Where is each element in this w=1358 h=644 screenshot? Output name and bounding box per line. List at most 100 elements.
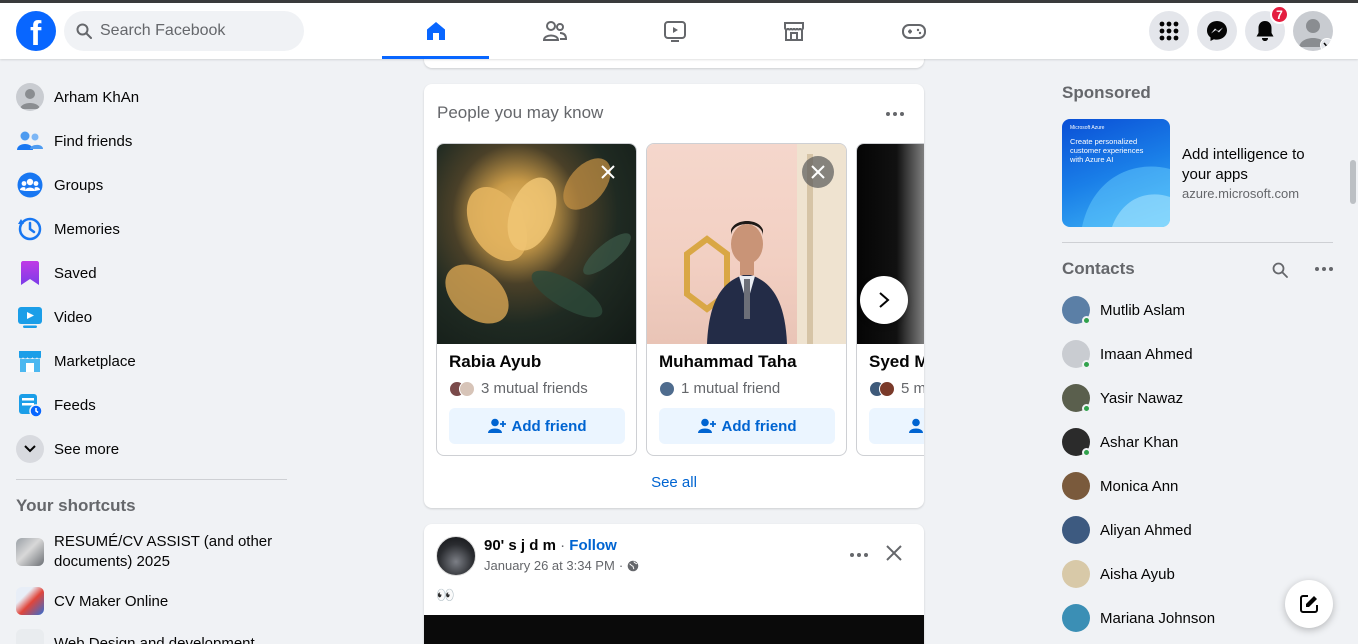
ad-domain: azure.microsoft.com bbox=[1182, 186, 1300, 201]
sidebar-item-video[interactable]: Video bbox=[8, 295, 288, 339]
shortcut-thumbnail bbox=[16, 629, 44, 644]
sidebar-item-see-more[interactable]: See more bbox=[8, 427, 288, 471]
add-friend-button[interactable] bbox=[869, 408, 924, 444]
contact-avatar bbox=[1062, 296, 1091, 325]
close-icon bbox=[886, 545, 902, 561]
contact-avatar bbox=[1062, 604, 1090, 632]
ad-item[interactable]: Microsoft Azure Create personalized cust… bbox=[1062, 119, 1334, 227]
person-name[interactable]: Syed M bbox=[869, 352, 924, 372]
search-input[interactable] bbox=[100, 22, 280, 40]
more-options-icon[interactable] bbox=[886, 112, 904, 116]
mutual-friends[interactable]: 3 mutual friends bbox=[449, 380, 588, 397]
person-name[interactable]: Muhammad Taha bbox=[659, 352, 797, 372]
sidebar-item-label: See more bbox=[54, 440, 120, 458]
chevron-down-icon bbox=[1323, 42, 1331, 48]
person-photo bbox=[647, 144, 846, 344]
sidebar-item-groups[interactable]: Groups bbox=[8, 163, 288, 207]
more-options-icon[interactable] bbox=[1315, 267, 1333, 271]
contact-item[interactable]: Monica Ann bbox=[1054, 464, 1334, 508]
sidebar-item-marketplace[interactable]: Marketplace bbox=[8, 339, 288, 383]
shortcut-item[interactable]: CV Maker Online bbox=[8, 579, 288, 623]
follow-link[interactable]: Follow bbox=[569, 537, 617, 554]
sidebar-item-feeds[interactable]: Feeds bbox=[8, 383, 288, 427]
shortcut-item[interactable]: RESUMÉ/CV ASSIST (and other documents) 2… bbox=[8, 530, 288, 574]
carousel-next-button[interactable] bbox=[860, 276, 908, 324]
friends-icon bbox=[16, 127, 44, 155]
suggestion-card[interactable]: Muhammad Taha 1 mutual friend Add friend bbox=[646, 143, 847, 456]
person-photo bbox=[437, 144, 636, 344]
messenger-button[interactable] bbox=[1197, 11, 1237, 51]
sidebar-item-profile[interactable]: Arham KhAn bbox=[8, 75, 288, 119]
post-media[interactable] bbox=[424, 615, 924, 644]
post-time[interactable]: January 26 at 3:34 PM bbox=[484, 558, 615, 573]
search-icon bbox=[76, 23, 92, 39]
contact-item[interactable]: Ashar Khan bbox=[1054, 420, 1334, 464]
shortcut-item[interactable]: Web Design and development bbox=[8, 621, 288, 644]
hide-post-button[interactable] bbox=[886, 545, 902, 561]
see-all-link[interactable]: See all bbox=[424, 474, 924, 491]
more-options-icon[interactable] bbox=[850, 553, 868, 557]
add-friend-icon bbox=[487, 418, 506, 433]
search-box[interactable] bbox=[64, 11, 304, 51]
ad-image-text: Create personalized customer experiences… bbox=[1070, 137, 1144, 164]
compose-icon bbox=[1300, 595, 1318, 613]
account-menu-chevron[interactable] bbox=[1320, 38, 1333, 51]
suggestion-card[interactable]: Rabia Ayub 3 mutual friends Add friend bbox=[436, 143, 637, 456]
post-text: 👀 bbox=[436, 587, 455, 604]
mutual-friends[interactable]: 5 m bbox=[869, 380, 924, 397]
close-icon bbox=[601, 165, 615, 179]
post-author-avatar[interactable] bbox=[436, 536, 476, 576]
page-scrollbar[interactable] bbox=[1350, 160, 1356, 204]
mutual-count: 1 mutual friend bbox=[681, 380, 781, 397]
account-avatar[interactable] bbox=[1293, 11, 1333, 51]
contact-name: Mutlib Aslam bbox=[1100, 301, 1186, 319]
contact-item[interactable]: Yasir Nawaz bbox=[1054, 376, 1334, 420]
contacts-search-button[interactable] bbox=[1272, 262, 1288, 283]
shortcut-thumbnail bbox=[16, 587, 44, 615]
marketplace-icon bbox=[16, 347, 44, 375]
sidebar-divider bbox=[16, 479, 287, 480]
tab-marketplace[interactable] bbox=[740, 3, 847, 59]
add-friend-button[interactable]: Add friend bbox=[659, 408, 835, 444]
contact-avatar bbox=[1062, 516, 1090, 544]
add-friend-label: Add friend bbox=[511, 417, 587, 435]
globe-icon bbox=[627, 560, 639, 571]
feeds-icon bbox=[16, 391, 44, 419]
person-name[interactable]: Rabia Ayub bbox=[449, 352, 541, 372]
tab-home[interactable] bbox=[382, 3, 489, 59]
contact-item[interactable]: Aliyan Ahmed bbox=[1054, 508, 1334, 552]
ad-title: Add intelligence to your apps bbox=[1182, 146, 1305, 183]
saved-icon bbox=[16, 259, 44, 287]
menu-button[interactable] bbox=[1149, 11, 1189, 51]
sidebar-item-label: Find friends bbox=[54, 132, 133, 150]
contact-avatar bbox=[1062, 384, 1091, 413]
facebook-logo[interactable]: f bbox=[16, 11, 56, 53]
contact-item[interactable]: Imaan Ahmed bbox=[1054, 332, 1334, 376]
tab-friends[interactable] bbox=[501, 3, 608, 59]
ad-swirl-graphic bbox=[1082, 166, 1170, 227]
mutual-friends[interactable]: 1 mutual friend bbox=[659, 380, 780, 397]
new-message-button[interactable] bbox=[1285, 580, 1333, 628]
dismiss-button[interactable] bbox=[802, 156, 834, 188]
tab-gaming[interactable] bbox=[860, 3, 967, 59]
watch-icon bbox=[663, 21, 686, 42]
notifications-button[interactable]: 7 bbox=[1245, 5, 1289, 51]
sidebar-item-find-friends[interactable]: Find friends bbox=[8, 119, 288, 163]
sidebar-item-memories[interactable]: Memories bbox=[8, 207, 288, 251]
post-author[interactable]: 90' s j d m bbox=[484, 537, 556, 554]
mutual-avatar bbox=[879, 380, 895, 397]
separator: · bbox=[618, 558, 624, 573]
contact-name: Monica Ann bbox=[1100, 477, 1179, 495]
add-friend-button[interactable]: Add friend bbox=[449, 408, 625, 444]
contact-avatar bbox=[1062, 428, 1091, 457]
dismiss-button[interactable] bbox=[592, 156, 624, 188]
close-icon bbox=[811, 165, 825, 179]
contact-item[interactable]: Mutlib Aslam bbox=[1054, 288, 1334, 332]
contact-name: Ashar Khan bbox=[1100, 433, 1179, 451]
contact-avatar bbox=[1062, 340, 1091, 369]
mutual-avatar bbox=[459, 380, 475, 397]
home-icon bbox=[426, 22, 445, 40]
notification-badge: 7 bbox=[1270, 5, 1289, 24]
sidebar-item-saved[interactable]: Saved bbox=[8, 251, 288, 295]
tab-watch[interactable] bbox=[621, 3, 728, 59]
